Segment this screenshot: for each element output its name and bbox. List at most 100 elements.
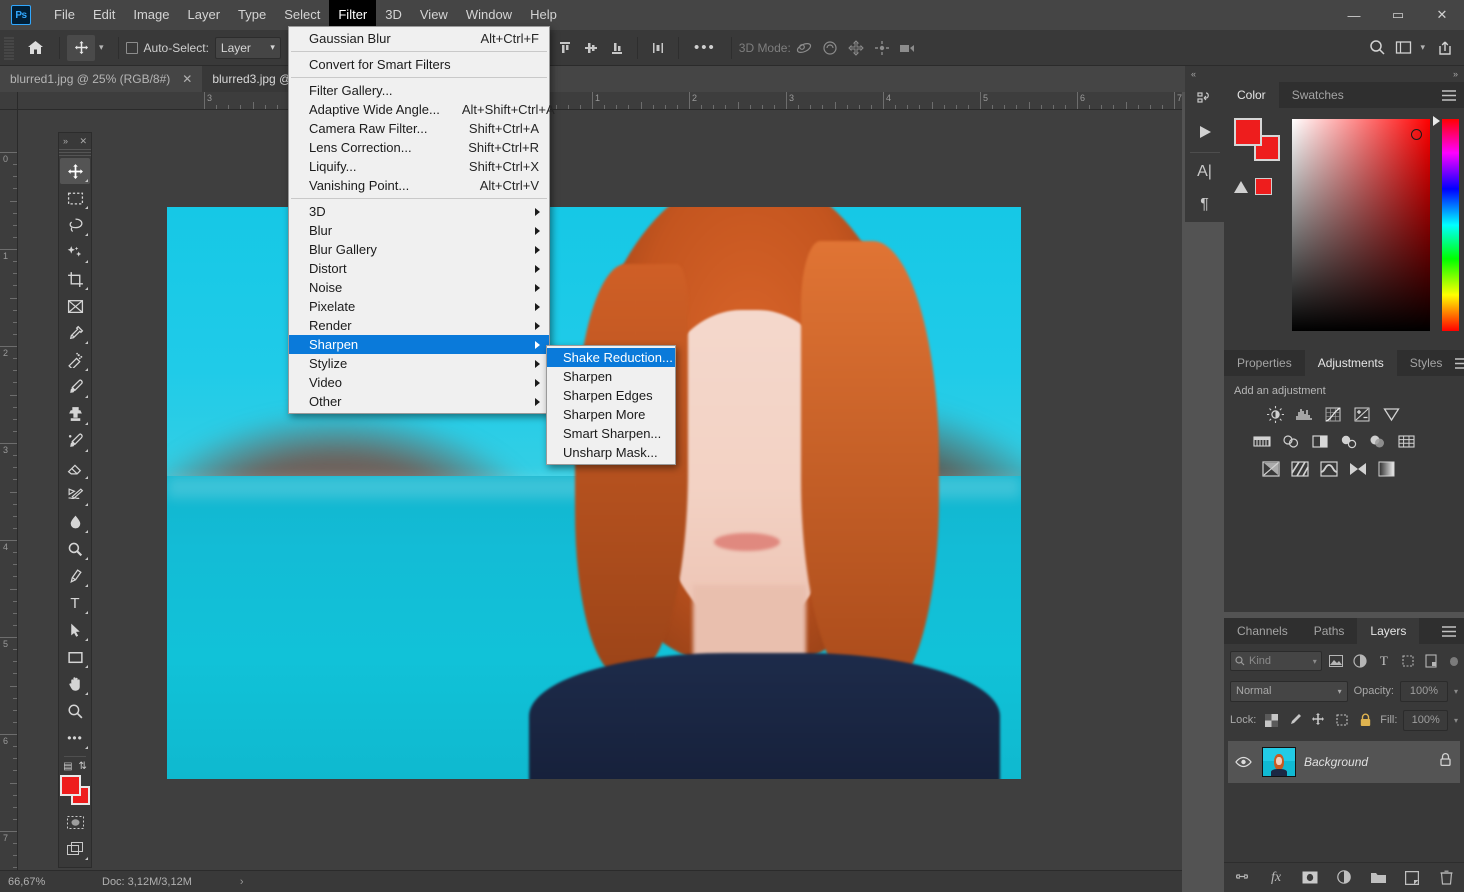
menu-item-video[interactable]: Video <box>289 373 549 392</box>
menu-item-stylize[interactable]: Stylize <box>289 354 549 373</box>
zoom-level[interactable]: 66,67% <box>0 876 72 888</box>
lock-position-icon[interactable] <box>1309 711 1327 730</box>
options-bar-gripper[interactable] <box>4 36 14 60</box>
menu-item-render[interactable]: Render <box>289 316 549 335</box>
chevron-down-icon[interactable]: ▾ <box>1420 42 1425 53</box>
crop-tool-icon[interactable] <box>60 266 90 292</box>
hue-saturation-icon[interactable] <box>1252 432 1271 451</box>
edit-toolbar-tool-icon[interactable]: ••• <box>60 725 90 751</box>
menu-item-distort[interactable]: Distort <box>289 259 549 278</box>
auto-select-scope-select[interactable]: Layer ▾ <box>215 37 281 59</box>
brush-tool-icon[interactable] <box>60 374 90 400</box>
menu-item-camera-raw-filter[interactable]: Camera Raw Filter...Shift+Ctrl+A <box>289 119 549 138</box>
auto-select-checkbox[interactable] <box>126 42 138 54</box>
submenu-item-smart-sharpen[interactable]: Smart Sharpen... <box>547 424 675 443</box>
levels-icon[interactable] <box>1295 405 1314 424</box>
black-white-icon[interactable] <box>1310 432 1329 451</box>
menu-type[interactable]: Type <box>229 0 275 30</box>
vertical-ruler[interactable]: 01234567 <box>0 110 18 870</box>
channel-mixer-icon[interactable] <box>1368 432 1387 451</box>
gamut-warning-swatch[interactable] <box>1255 178 1272 195</box>
filter-enable-toggle[interactable] <box>1450 657 1458 666</box>
default-colors-icon[interactable]: ▤ <box>63 761 72 772</box>
sharpen-submenu[interactable]: Shake Reduction...SharpenSharpen EdgesSh… <box>546 345 676 465</box>
lock-image-pixels-icon[interactable] <box>1286 711 1304 730</box>
panel-menu-icon[interactable] <box>1434 618 1464 644</box>
blur-tool-icon[interactable] <box>60 509 90 535</box>
filter-pixel-icon[interactable] <box>1326 651 1346 671</box>
submenu-item-sharpen-edges[interactable]: Sharpen Edges <box>547 386 675 405</box>
menu-item-sharpen[interactable]: Sharpen <box>289 335 549 354</box>
maximize-button[interactable]: ▭ <box>1376 0 1420 30</box>
close-icon[interactable]: ✕ <box>182 72 192 86</box>
menu-item-blur[interactable]: Blur <box>289 221 549 240</box>
menu-item-adaptive-wide-angle[interactable]: Adaptive Wide Angle...Alt+Shift+Ctrl+A <box>289 100 549 119</box>
document-tab[interactable]: blurred3.jpg @ <box>202 66 301 92</box>
tools-panel-gripper[interactable] <box>59 149 91 156</box>
lasso-tool-icon[interactable] <box>60 212 90 238</box>
new-adjustment-layer-icon[interactable] <box>1334 868 1354 888</box>
tab-layers[interactable]: Layers <box>1357 618 1419 644</box>
paragraph-icon[interactable]: ¶ <box>1185 189 1224 222</box>
opacity-value[interactable]: 100% <box>1400 681 1448 702</box>
quick-selection-tool-icon[interactable] <box>60 239 90 265</box>
history-icon[interactable] <box>1185 82 1224 115</box>
spot-healing-brush-tool-icon[interactable] <box>60 347 90 373</box>
menu-item-liquify[interactable]: Liquify...Shift+Ctrl+X <box>289 157 549 176</box>
tab-paths[interactable]: Paths <box>1301 618 1358 644</box>
color-field[interactable] <box>1292 119 1430 331</box>
collapse-right-icon[interactable]: » <box>1453 69 1458 79</box>
selective-color-icon[interactable] <box>1348 459 1367 478</box>
play-actions-icon[interactable] <box>1185 115 1224 148</box>
filter-type-icon[interactable]: T <box>1374 651 1394 671</box>
pen-tool-icon[interactable] <box>60 563 90 589</box>
menu-item-lens-correction[interactable]: Lens Correction...Shift+Ctrl+R <box>289 138 549 157</box>
rectangular-marquee-tool-icon[interactable] <box>60 185 90 211</box>
add-layer-mask-icon[interactable] <box>1300 868 1320 888</box>
submenu-item-sharpen-more[interactable]: Sharpen More <box>547 405 675 424</box>
horizontal-ruler[interactable]: 32101234567 <box>18 92 1182 110</box>
gradient-tool-icon[interactable] <box>60 482 90 508</box>
color-swatches[interactable] <box>60 775 90 805</box>
hue-slider[interactable] <box>1442 119 1459 331</box>
layer-kind-filter-select[interactable]: Kind ▾ <box>1230 651 1322 671</box>
more-options-button[interactable]: ••• <box>686 39 724 56</box>
submenu-item-sharpen[interactable]: Sharpen <box>547 367 675 386</box>
search-icon[interactable] <box>1364 36 1390 60</box>
type-tool-icon[interactable]: T <box>60 590 90 616</box>
new-group-icon[interactable] <box>1368 868 1388 888</box>
filter-menu-dropdown[interactable]: Gaussian BlurAlt+Ctrl+FConvert for Smart… <box>288 26 550 414</box>
expand-collapse-icon[interactable]: » <box>63 136 68 146</box>
eraser-tool-icon[interactable] <box>60 455 90 481</box>
pan-3d-icon[interactable] <box>843 36 869 60</box>
layer-style-fx-icon[interactable]: fx <box>1266 868 1286 888</box>
ruler-corner[interactable] <box>0 92 18 110</box>
canvas-area[interactable] <box>18 110 1182 870</box>
roll-3d-icon[interactable] <box>817 36 843 60</box>
menu-item-pixelate[interactable]: Pixelate <box>289 297 549 316</box>
character-icon[interactable]: A| <box>1185 155 1224 188</box>
new-layer-icon[interactable] <box>1402 868 1422 888</box>
submenu-item-shake-reduction[interactable]: Shake Reduction... <box>547 348 675 367</box>
menu-file[interactable]: File <box>45 0 84 30</box>
filter-shape-icon[interactable] <box>1398 651 1418 671</box>
minimize-button[interactable]: — <box>1332 0 1376 30</box>
posterize-icon[interactable] <box>1290 459 1309 478</box>
distribute-icon[interactable] <box>645 36 671 60</box>
hand-tool-icon[interactable] <box>60 671 90 697</box>
zoom-tool-icon[interactable] <box>60 698 90 724</box>
foreground-color-swatch[interactable] <box>60 775 81 796</box>
frame-tool-icon[interactable] <box>60 293 90 319</box>
gradient-map-icon[interactable] <box>1377 459 1396 478</box>
menu-item-gaussian-blur[interactable]: Gaussian BlurAlt+Ctrl+F <box>289 29 549 48</box>
blend-mode-select[interactable]: Normal ▾ <box>1230 681 1348 702</box>
move-tool-icon[interactable] <box>67 35 95 61</box>
link-layers-icon[interactable] <box>1232 868 1252 888</box>
exposure-icon[interactable] <box>1353 405 1372 424</box>
menu-item-noise[interactable]: Noise <box>289 278 549 297</box>
close-icon[interactable]: ✕ <box>79 136 87 147</box>
panel-menu-icon[interactable] <box>1455 350 1464 376</box>
menu-edit[interactable]: Edit <box>84 0 124 30</box>
slide-3d-icon[interactable] <box>869 36 895 60</box>
close-button[interactable]: ✕ <box>1420 0 1464 30</box>
